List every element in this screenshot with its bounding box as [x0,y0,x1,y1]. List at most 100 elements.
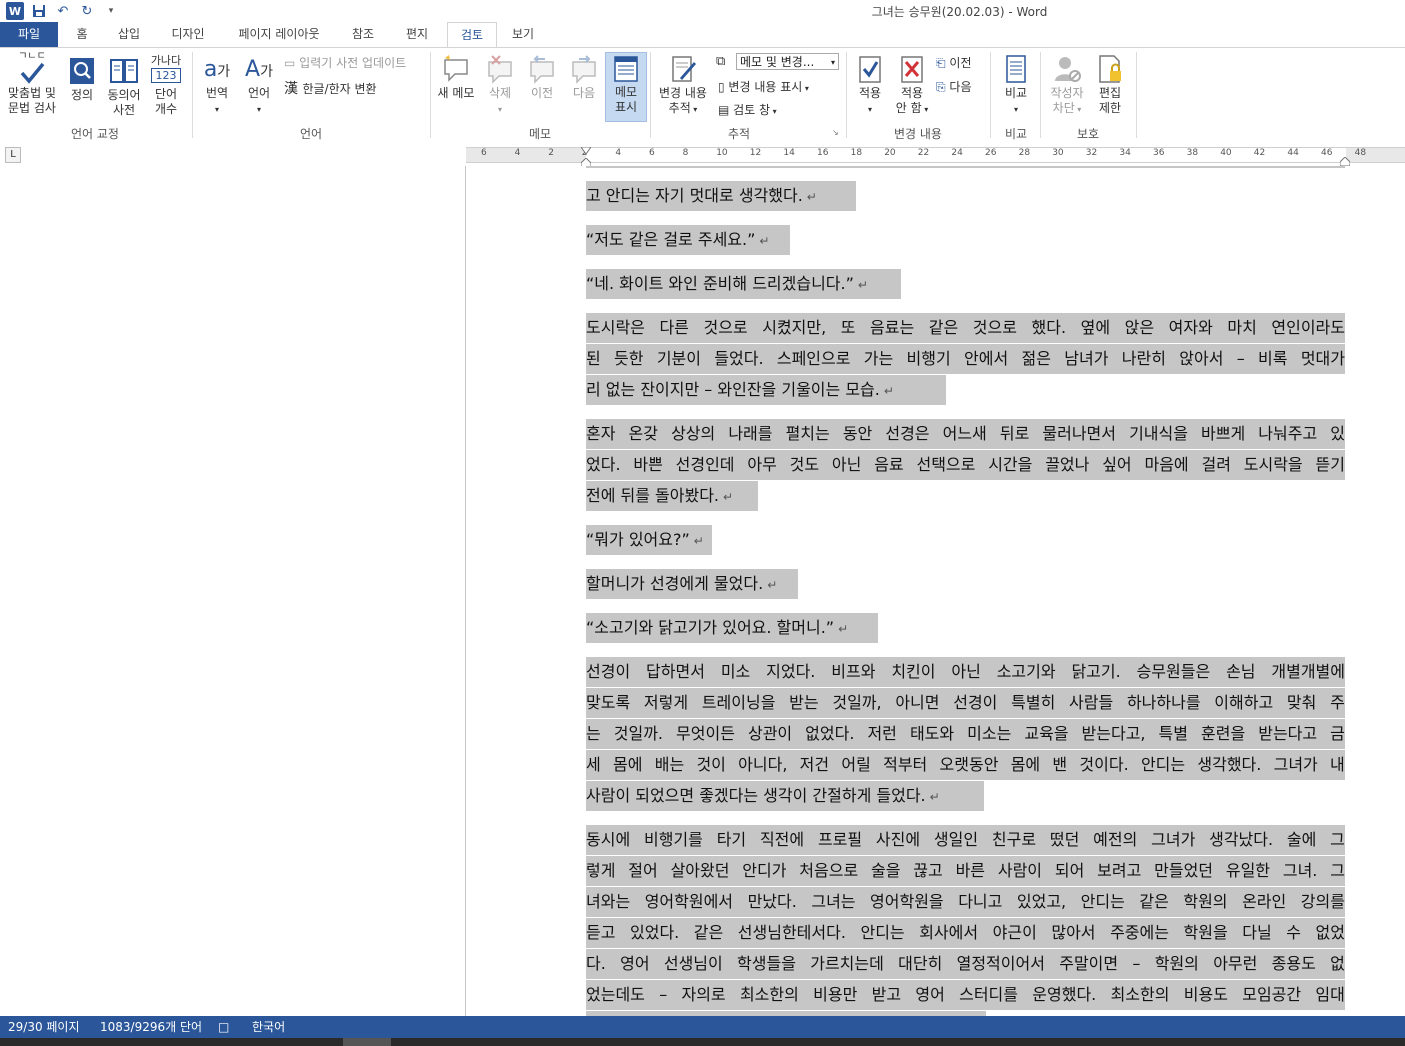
group-separator [192,52,193,138]
word: 주 [1330,693,1345,712]
tab-selector[interactable]: L [5,147,21,163]
line-text: 사람이 되었으면 좋겠다는 생각이 간절하게 들었다. [586,786,926,805]
proofing-status-icon[interactable]: □ [218,1016,229,1038]
track-changes-label-1: 변경 내용 [659,86,707,100]
next-comment-button[interactable]: 다음 [564,54,604,101]
word: 종용도 [1271,954,1316,973]
line-text: “네. 화이트 와인 준비해 드리겠습니다.” [586,274,854,293]
word: 기내식을 [1129,424,1188,443]
ruler-tick-label: 20 [884,148,896,158]
word: 안디는 [860,923,905,942]
ruler-tick-label: 38 [1186,148,1199,158]
tab-mailings[interactable]: 편지 [394,22,440,47]
word: 혼자 [586,424,616,443]
tab-page-layout[interactable]: 페이지 레이아웃 [226,22,332,47]
paragraph-mark-icon: ↵ [693,534,704,548]
tab-review[interactable]: 검토 [447,22,497,48]
previous-change-button[interactable]: ⎗ 이전 [936,54,972,71]
word: 학생들을 [737,954,796,973]
line-text: “소고기와 닭고기가 있어요. 할머니.” [586,618,835,637]
word: 연인이라도 [1271,318,1345,337]
tracking-options-launcher-icon[interactable]: ↘ [832,128,839,137]
page-count[interactable]: 29/30 페이지 [8,1016,80,1038]
right-indent-marker[interactable] [1339,155,1351,167]
thesaurus-button[interactable]: 동의어 사전 [104,56,144,118]
word: 아무 [747,455,777,474]
word: 마치 [1227,318,1257,337]
group-separator [846,52,847,138]
word-count[interactable]: 1083/9296개 단어 [100,1016,202,1038]
word: 아니면 [895,693,940,712]
book-icon [110,59,138,83]
translate-label: 번역 [205,86,229,100]
delete-comment-button[interactable]: 삭제 ▾ [480,54,520,117]
title-bar: W ↶ ↻ ▾ 그녀는 승무원(20.02.03) - Word [0,0,1405,22]
new-comment-button[interactable]: 새 메모 [434,54,478,101]
word: 가르치는데 [810,954,884,973]
show-comments-icon [614,56,638,82]
language-button[interactable]: A가 언어 ▾ [240,54,278,117]
next-change-button[interactable]: ⎘ 다음 [936,78,972,95]
selected-text-line: 혼자 온갖 상상의 나래를 펼치는 동안 선경은 어느새 뒤로 물러나면서 기내식을 바쁘게 나눠주고 있 [586,419,1345,449]
status-bar: 29/30 페이지 1083/9296개 단어 □ 한국어 [0,1016,1405,1038]
tab-file[interactable]: 파일 [0,22,58,47]
display-for-review-dropdown[interactable]: 메모 및 변경... ▾ [736,53,839,70]
reject-icon [901,56,923,83]
spelling-grammar-button[interactable]: ㄱㄴㄷ 맞춤법 및 문법 검사 [4,52,60,116]
restrict-editing-button[interactable]: 편집 제한 [1092,54,1128,116]
display-for-review-icon: ⧉ [716,54,726,69]
define-button[interactable]: 정의 [66,56,98,103]
word-count-button[interactable]: 가나다 123 단어 개수 [148,54,184,117]
tab-references[interactable]: 참조 [342,22,384,47]
selected-text-line: 녀와는 영어학원에서 만났다. 그녀는 영어학원을 다니고 있었고, 안디는 같은 학원의 온라인 강… [586,887,1345,917]
hangul-hanja-convert-button[interactable]: 漢 한글/한자 변환 [284,78,377,98]
show-markup-button[interactable]: ▯ 변경 내용 표시 ▾ [718,78,809,95]
word: 아닌 [831,455,862,474]
word: 자의로 [681,985,726,1004]
show-comments-button[interactable]: 메모 표시 [605,52,647,122]
group-proofing-label: 언어 교정 [71,127,119,141]
hanging-indent-marker[interactable] [580,156,592,168]
accept-change-button[interactable]: 적용 ▾ [850,54,890,117]
first-line-indent-marker[interactable] [580,144,592,155]
reject-change-button[interactable]: 적용 안 함 ▾ [892,54,932,117]
word: 직전에 [759,830,805,849]
word: 받는 [789,693,819,712]
translate-button[interactable]: a가 번역 ▾ [198,54,236,117]
compare-button[interactable]: 비교 ▾ [996,54,1036,117]
language-status[interactable]: 한국어 [252,1016,285,1038]
word: 것일까. [613,724,664,743]
track-changes-button[interactable]: 변경 내용 추적 ▾ [654,54,712,117]
track-changes-label-2: 추적 [668,101,691,115]
previous-comment-button[interactable]: 이전 [522,54,562,101]
word: 다니고 [958,892,1003,911]
thesaurus-label-2: 사전 [112,103,136,117]
word: 주중에는 [1110,923,1169,942]
document-page[interactable]: 고 안디는 자기 멋대로 생각했다. ↵ “저도 같은 걸로 주세요.” ↵ “네. 화… [466,166,1405,1016]
word: 친구로 [991,830,1037,849]
define-search-icon [70,58,94,84]
word: 것이다. [1079,755,1129,774]
tab-insert[interactable]: 삽입 [108,22,150,47]
paragraph-mark-icon: ↵ [767,578,778,592]
word: 것이 [696,755,726,774]
word: 학원의 [1183,892,1228,911]
word: 도시락을 [1243,455,1303,474]
ime-dictionary-update-button[interactable]: ▭ 입력기 사전 업데이트 [284,54,406,71]
word: 나눠주고 [1258,424,1318,443]
reject-label-2: 안 함 [895,101,922,115]
chevron-down-icon: ▾ [830,58,835,67]
tab-design[interactable]: 디자인 [160,22,216,47]
reviewing-pane-button[interactable]: ▤ 검토 창 ▾ [718,101,777,118]
ruler-tick-label: 24 [951,148,963,158]
word: 도시락은 [586,318,645,337]
word: 끊고 [913,861,943,880]
tab-view[interactable]: 보기 [503,22,543,47]
horizontal-ruler[interactable]: L 6 4 2 2 4 6 8 10 12 14 16 18 20 22 24 26 28 30 32 34 36 38 4… [0,142,1405,168]
word: 펼치는 [785,424,830,443]
ruler-tick-label: 6 [649,148,655,158]
word: 그 [1330,861,1345,880]
block-authors-button[interactable]: 작성자 차단 ▾ [1044,54,1090,117]
word: 동시에 [586,830,631,849]
tab-home[interactable]: 홈 [66,22,98,47]
